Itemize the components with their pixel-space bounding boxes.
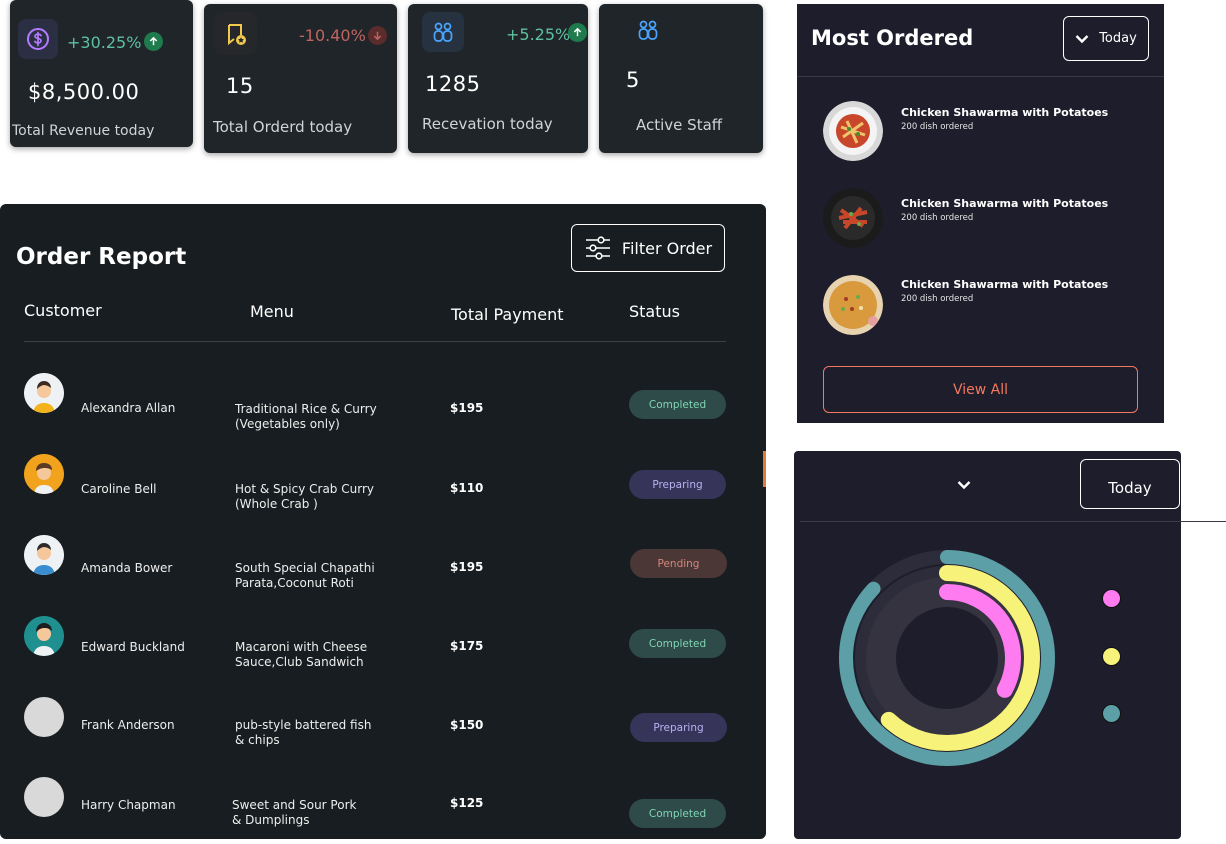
- order-report-panel: Order Report Filter Order Customer Menu …: [0, 204, 766, 839]
- reservation-change: +5.25%: [506, 25, 571, 44]
- period-label: Today: [1099, 31, 1137, 46]
- arrow-up-icon: [144, 32, 163, 51]
- avatar: [24, 373, 64, 413]
- legend-dot-pink: [1102, 589, 1121, 608]
- order-report-title: Order Report: [16, 244, 187, 270]
- customer-name: Alexandra Allan: [81, 401, 176, 415]
- table-header-divider: [24, 341, 726, 342]
- chart-period-toggle[interactable]: [954, 475, 974, 495]
- chevron-down-icon: [1075, 34, 1089, 43]
- orders-change: -10.40%: [299, 26, 366, 45]
- table-row[interactable]: Harry Chapman Sweet and Sour Pork & Dumpl…: [0, 776, 766, 836]
- reservation-value: 1285: [425, 72, 481, 96]
- most-ordered-title: Most Ordered: [811, 26, 974, 50]
- revenue-value: $8,500.00: [28, 80, 140, 104]
- stat-card-staff: 5 Active Staff: [599, 4, 763, 153]
- customer-name: Caroline Bell: [81, 482, 157, 496]
- menu-item: pub-style battered fish & chips: [235, 718, 372, 747]
- avatar: [24, 777, 64, 817]
- revenue-label: Total Revenue today: [12, 123, 155, 139]
- table-row[interactable]: Alexandra Allan Traditional Rice & Curry…: [0, 372, 766, 432]
- dish-order-count: 200 dish ordered: [901, 122, 974, 132]
- dish-name: Chicken Shawarma with Potatoes: [901, 197, 1109, 210]
- avatar: [24, 616, 64, 656]
- column-menu: Menu: [250, 302, 294, 321]
- staff-icon: [627, 10, 669, 50]
- chart-period-label: Today: [1108, 479, 1152, 497]
- most-ordered-panel: Most Ordered Today Chicken Shawarma with…: [797, 4, 1164, 423]
- status-badge: Pending: [630, 549, 727, 578]
- customer-name: Frank Anderson: [81, 718, 175, 732]
- menu-item: Hot & Spicy Crab Curry (Whole Crab ): [235, 482, 374, 511]
- status-badge: Completed: [629, 799, 726, 828]
- chart-period-button[interactable]: Today: [1080, 459, 1180, 509]
- menu-item: Traditional Rice & Curry (Vegetables only…: [235, 402, 377, 431]
- view-all-button[interactable]: View All: [823, 366, 1138, 413]
- status-badge: Completed: [629, 629, 726, 658]
- total-payment: $175: [450, 639, 484, 653]
- dish-name: Chicken Shawarma with Potatoes: [901, 106, 1109, 119]
- column-customer: Customer: [24, 301, 102, 320]
- scrollbar-thumb[interactable]: [763, 451, 766, 487]
- total-payment: $195: [450, 401, 484, 415]
- revenue-change: +30.25%: [67, 33, 142, 52]
- divider: [797, 76, 1164, 77]
- total-payment: $150: [450, 718, 484, 732]
- staff-label: Active Staff: [636, 116, 723, 134]
- status-badge: Preparing: [630, 713, 727, 742]
- ring-center: [905, 616, 989, 700]
- column-status: Status: [629, 302, 680, 321]
- reservation-icon: [422, 12, 464, 52]
- menu-item: Macaroni with Cheese Sauce,Club Sandwich: [235, 640, 368, 669]
- dish-image: [823, 188, 883, 248]
- total-payment: $110: [450, 481, 484, 495]
- ring-chart: [839, 550, 1055, 766]
- menu-item: Sweet and Sour Pork & Dumplings: [232, 798, 357, 827]
- table-row[interactable]: Caroline Bell Hot & Spicy Crab Curry (Who…: [0, 453, 766, 513]
- divider: [800, 521, 1226, 522]
- arrow-up-icon: [568, 23, 587, 42]
- filter-sliders-icon: [585, 236, 610, 260]
- menu-item: South Special Chapathi Parata,Coconut Rot…: [235, 561, 375, 590]
- stat-card-revenue: +30.25% $8,500.00 Total Revenue today: [10, 0, 193, 147]
- dollar-icon: [18, 19, 58, 59]
- customer-name: Amanda Bower: [81, 561, 173, 575]
- order-badge-icon: [214, 12, 257, 55]
- orders-value: 15: [226, 74, 254, 98]
- legend-dot-yellow: [1102, 647, 1121, 666]
- period-dropdown[interactable]: Today: [1063, 16, 1149, 61]
- total-payment: $125: [450, 796, 484, 810]
- stat-card-orders: -10.40% 15 Total Orderd today: [204, 4, 397, 153]
- dish-name: Chicken Shawarma with Potatoes: [901, 278, 1109, 291]
- total-payment: $195: [450, 560, 484, 574]
- stat-card-reservation: +5.25% 1285 Recevation today: [408, 4, 588, 153]
- dish-image: [823, 275, 883, 335]
- avatar: [24, 697, 64, 737]
- customer-name: Harry Chapman: [81, 798, 176, 812]
- staff-value: 5: [626, 68, 640, 92]
- arrow-down-icon: [368, 26, 387, 45]
- orders-label: Total Orderd today: [213, 118, 353, 136]
- filter-order-label: Filter Order: [621, 238, 713, 258]
- dish-image: [823, 101, 883, 161]
- avatar: [24, 535, 64, 575]
- dish-order-count: 200 dish ordered: [901, 213, 974, 223]
- filter-order-button[interactable]: Filter Order: [571, 224, 725, 272]
- dish-order-count: 200 dish ordered: [901, 294, 974, 304]
- chevron-down-icon: [957, 481, 971, 490]
- table-row[interactable]: Frank Anderson pub-style battered fish & …: [0, 697, 766, 757]
- table-row[interactable]: Amanda Bower South Special Chapathi Parat…: [0, 535, 766, 595]
- customer-name: Edward Buckland: [81, 640, 185, 654]
- table-row[interactable]: Edward Buckland Macaroni with Cheese Sauc…: [0, 614, 766, 674]
- status-badge: Preparing: [629, 470, 726, 499]
- legend-dot-teal: [1102, 704, 1121, 723]
- status-badge: Completed: [629, 390, 726, 419]
- avatar: [24, 454, 64, 494]
- reservation-label: Recevation today: [422, 115, 553, 133]
- column-total-payment: Total Payment: [451, 305, 564, 324]
